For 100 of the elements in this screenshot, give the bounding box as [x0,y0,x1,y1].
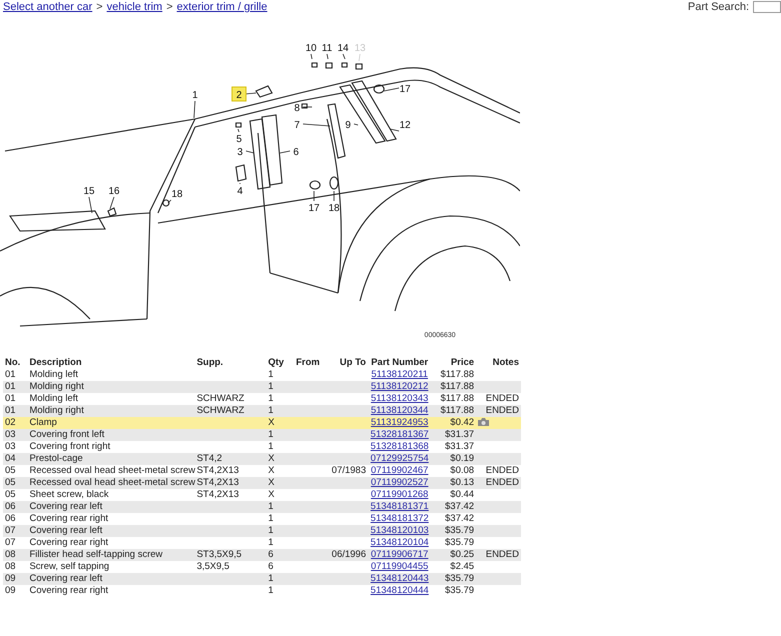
table-cell: ENDED [476,477,521,489]
part-number-link[interactable]: 51348181372 [370,513,429,524]
callout-number: 4 [237,186,243,197]
callout-number: 7 [294,120,300,131]
part-number-link[interactable]: 51348120103 [370,525,429,536]
callout-number: 9 [345,120,351,131]
table-cell: X [266,453,291,465]
price: $2.45 [450,561,474,572]
table-cell: 04 [3,453,28,465]
part-number-link[interactable]: 51328181368 [370,441,429,452]
table-cell: X [266,489,291,501]
price: $117.88 [440,393,474,404]
price: $37.42 [445,501,474,512]
table-cell: 01 [3,369,28,381]
table-cell: 1 [266,441,291,453]
table-cell: 05 [3,489,28,501]
part-number-link[interactable]: 51348181371 [370,501,429,512]
table-cell: 07/1983 [325,465,368,477]
table-cell: ST4,2 [194,453,266,465]
price: $35.79 [445,537,474,548]
price: $0.19 [450,453,474,464]
table-cell: 1 [266,585,291,597]
table-cell: ST4,2X13 [194,477,266,489]
part-number-link[interactable]: 07119904455 [370,561,428,572]
leader-line [358,54,360,62]
table-cell: 6 [266,561,291,573]
search-field[interactable] [753,1,781,13]
callout-number: 18 [171,189,183,200]
table-cell: 07 [3,537,28,549]
price: $0.44 [450,489,474,500]
price: $117.88 [440,369,474,380]
leader-line [246,150,254,154]
part-number-link[interactable]: 07119902527 [370,477,428,488]
part-number-link[interactable]: 07119901268 [370,489,428,500]
table-cell: 01 [3,405,28,417]
callout-number: 17 [399,84,411,95]
table-cell: 3,5X9,5 [194,561,266,573]
part-number-link[interactable]: 51131924953 [370,417,428,428]
table-cell: Sheet screw, black [27,489,195,501]
table-cell: 1 [266,405,291,417]
part-number-link[interactable]: 51138120211 [371,369,428,380]
leader-line [238,128,240,132]
table-cell: 1 [266,537,291,549]
callout-number: 1 [192,90,198,101]
leader-line [244,92,256,94]
part-number-link[interactable]: 51138120343 [370,393,428,404]
callout-number: 16 [108,186,120,197]
search-label: Part Search: [688,1,749,13]
breadcrumb-link[interactable]: vehicle trim [106,1,162,13]
table-cell: 06 [3,513,28,525]
table-cell: 07 [3,525,28,537]
table-cell: Molding right [27,405,195,417]
breadcrumb-link[interactable]: exterior trim / grille [176,1,268,13]
part-number-link[interactable]: 51138120344 [370,405,428,416]
callout-number: 12 [399,120,411,131]
table-cell: 06/1996 [325,549,368,561]
price: $0.42 [450,417,474,428]
table-cell: 01 [3,393,28,405]
column-header: Part Number [370,356,430,369]
price: $37.42 [445,513,474,524]
price: $35.79 [445,585,474,596]
leader-line [384,88,400,92]
part-number-link[interactable]: 51348120443 [370,573,429,584]
table-cell: 1 [266,513,291,525]
table-cell: Covering rear right [27,537,195,549]
part-number-link[interactable]: 51328181367 [370,429,429,440]
part-number-link[interactable]: 07129925754 [370,453,429,464]
table-cell: Covering front right [27,441,195,453]
leader-line [354,124,358,126]
table-cell: 03 [3,441,28,453]
part-number-link[interactable]: 51138120212 [370,381,428,392]
callout-number: 11 [322,43,332,54]
callout-number: 8 [294,103,300,114]
leader-line [280,150,290,154]
callout-number: 2 [232,86,246,102]
part-number-link[interactable]: 07119902467 [370,465,428,476]
breadcrumb-separator: > [96,1,103,13]
table-cell: Molding left [27,369,195,381]
part-number-link[interactable]: 51348120104 [370,537,429,548]
table-cell: 09 [3,573,28,585]
table-cell: ENDED [476,393,521,405]
price: $35.79 [445,573,474,584]
price: $0.25 [450,549,474,560]
part-number-link[interactable]: 51348120444 [370,585,429,596]
column-header: Up To [338,356,367,369]
callout-number: 6 [293,147,299,158]
breadcrumb-link[interactable]: Select another car [3,1,92,13]
table-cell: 1 [266,573,291,585]
part-number-link[interactable]: 07119906717 [370,549,428,560]
table-cell: 1 [266,525,291,537]
leader-line [194,100,196,118]
breadcrumb-separator: > [166,1,173,13]
column-header: From [294,356,321,369]
price: $117.88 [440,405,474,416]
leader-line [302,124,330,126]
table-cell: Prestol-cage [27,453,195,465]
price: $31.37 [445,429,474,440]
table-cell: Covering rear left [27,525,195,537]
table-cell: Molding left [27,393,195,405]
camera-icon[interactable] [478,418,490,426]
